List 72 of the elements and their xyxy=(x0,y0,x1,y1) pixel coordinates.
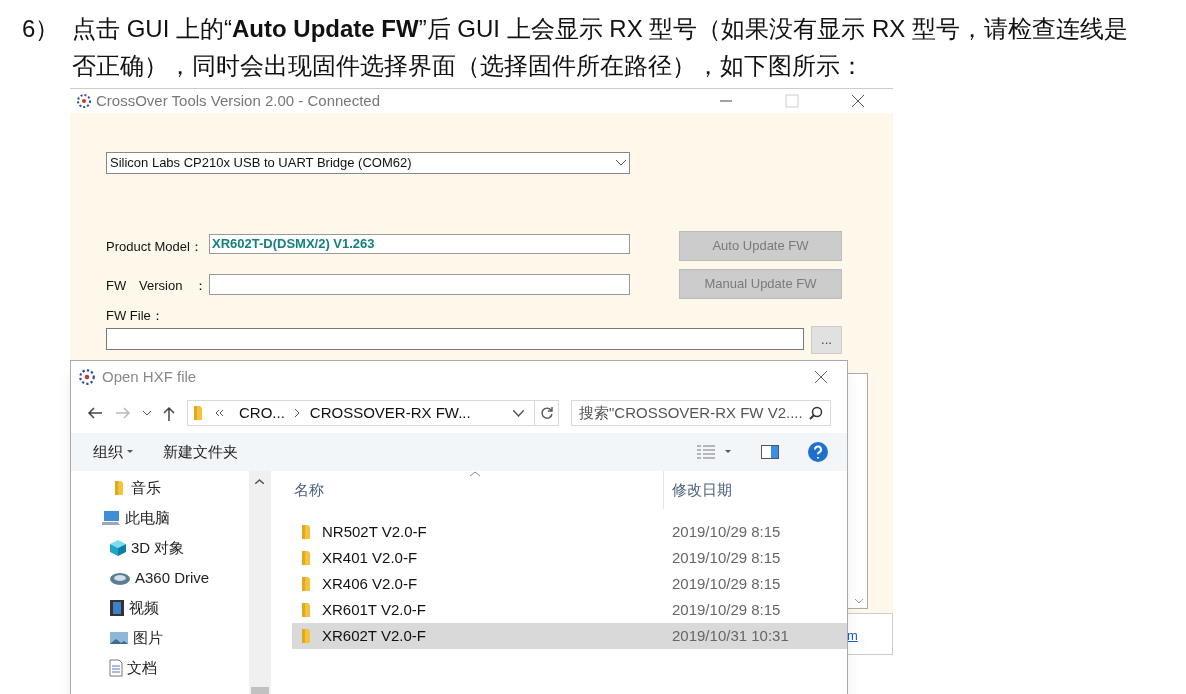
back-arrow-icon[interactable] xyxy=(87,407,103,419)
refresh-icon xyxy=(539,406,554,420)
path-segment[interactable]: CROSSOVER-RX FW... xyxy=(309,401,471,425)
scrollbar[interactable] xyxy=(249,471,271,694)
file-row[interactable]: XR406 V2.0-F 2019/10/29 8:15 xyxy=(292,571,847,597)
file-name: XR406 V2.0-F xyxy=(322,573,419,594)
file-date: 2019/10/29 8:15 xyxy=(672,547,781,568)
document-icon xyxy=(109,659,123,677)
field-label: Product Model： xyxy=(106,238,203,256)
file-date: 2019/10/31 10:31 xyxy=(672,625,789,646)
file-date: 2019/10/29 8:15 xyxy=(672,573,781,594)
file-date: 2019/10/29 8:15 xyxy=(672,599,781,620)
cube-icon xyxy=(109,539,127,557)
film-icon xyxy=(109,599,125,617)
field-label: FW xyxy=(106,277,127,295)
nav-item[interactable]: A360 Drive xyxy=(71,563,249,593)
close-icon[interactable] xyxy=(851,94,865,108)
browse-button[interactable]: ... xyxy=(811,326,842,354)
file-date: 2019/10/29 8:15 xyxy=(672,521,781,542)
search-icon xyxy=(809,406,823,420)
fw-version-field[interactable] xyxy=(209,274,630,295)
app-logo-icon xyxy=(76,93,92,109)
caret-icon xyxy=(725,450,731,454)
nav-item[interactable]: 图片 xyxy=(71,623,249,653)
sort-up-icon xyxy=(470,471,480,477)
scroll-up-icon xyxy=(255,479,264,484)
file-name: XR401 V2.0-F xyxy=(322,547,419,568)
field-label: Version xyxy=(139,277,183,295)
file-row[interactable]: XR602T V2.0-F 2019/10/31 10:31 xyxy=(292,623,847,649)
help-icon[interactable] xyxy=(807,441,829,463)
computer-icon xyxy=(101,510,121,526)
file-row[interactable]: XR601T V2.0-F 2019/10/29 8:15 xyxy=(292,597,847,623)
field-label: ： xyxy=(194,277,207,295)
close-icon[interactable] xyxy=(814,370,828,384)
search-field[interactable]: 搜索"CROSSOVER-RX FW V2.... xyxy=(571,400,831,426)
chevron-down-icon[interactable] xyxy=(513,409,524,417)
chevron-down-icon[interactable] xyxy=(143,410,151,416)
organize-menu[interactable]: 组织 xyxy=(93,440,123,464)
preview-pane-icon[interactable] xyxy=(761,445,779,459)
field-label: FW File： xyxy=(106,307,164,325)
dialog-title: Open HXF file xyxy=(102,366,197,387)
fw-file-field[interactable] xyxy=(106,328,804,350)
window-title: CrossOver Tools Version 2.00 - Connected xyxy=(96,90,381,111)
nav-item[interactable]: 音乐 xyxy=(71,473,249,503)
up-arrow-icon[interactable] xyxy=(163,405,175,421)
chevron-right-icon xyxy=(294,409,300,417)
file-name: XR601T V2.0-F xyxy=(322,599,427,620)
path-segment[interactable]: CRO... xyxy=(239,401,285,425)
nav-item[interactable]: 视频 xyxy=(71,593,249,623)
caret-icon xyxy=(127,450,133,454)
product-model-field[interactable]: XR602T-D(DSMX/2) V1.263 xyxy=(209,234,630,254)
file-name: NR502T V2.0-F xyxy=(322,521,428,542)
chevron-down-icon xyxy=(616,160,626,166)
step-number: 6） xyxy=(22,14,61,44)
nav-item[interactable]: 3D 对象 xyxy=(71,533,249,563)
file-row[interactable]: NR502T V2.0-F 2019/10/29 8:15 xyxy=(292,519,847,545)
file-row[interactable]: XR401 V2.0-F 2019/10/29 8:15 xyxy=(292,545,847,571)
step-text: 点击 GUI 上的“Auto Update FW”后 GUI 上会显示 RX 型号（如果没有显示 RX 型号，请检查连线是否正确），同时会出现固件选择界面（选择固件所在路径），如下图所示： xyxy=(72,14,1129,81)
app-logo-icon xyxy=(78,368,96,386)
link[interactable]: m xyxy=(847,626,858,646)
nav-item[interactable]: 此电脑 xyxy=(71,503,249,533)
scroll-down-icon xyxy=(855,599,863,604)
double-chevron-icon xyxy=(216,410,223,416)
file-name: XR602T V2.0-F xyxy=(322,625,427,646)
port-dropdown[interactable]: Silicon Labs CP210x USB to UART Bridge (COM62) xyxy=(106,152,630,174)
address-bar[interactable]: CRO... CROSSOVER-RX FW... xyxy=(187,400,559,426)
column-header[interactable]: 名称 xyxy=(271,471,664,509)
nav-item[interactable]: 文档 xyxy=(71,653,249,683)
column-header[interactable]: 修改日期 xyxy=(664,478,732,502)
drive-icon xyxy=(109,570,131,586)
image-icon xyxy=(109,631,129,645)
new-folder-button[interactable]: 新建文件夹 xyxy=(163,440,238,464)
